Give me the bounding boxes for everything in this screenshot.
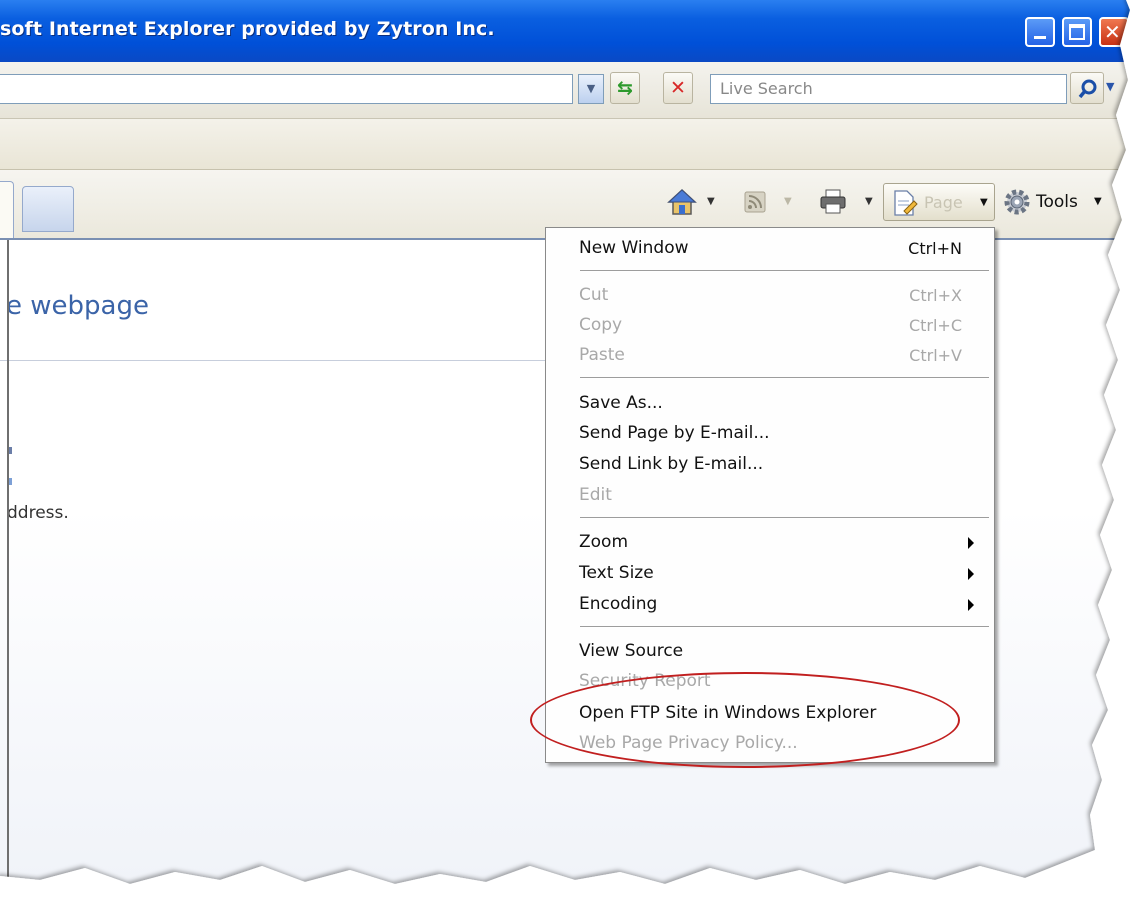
torn-edge-decoration (0, 0, 1143, 911)
browser-window: soft Internet Explorer provided by Zytro… (0, 0, 1143, 911)
